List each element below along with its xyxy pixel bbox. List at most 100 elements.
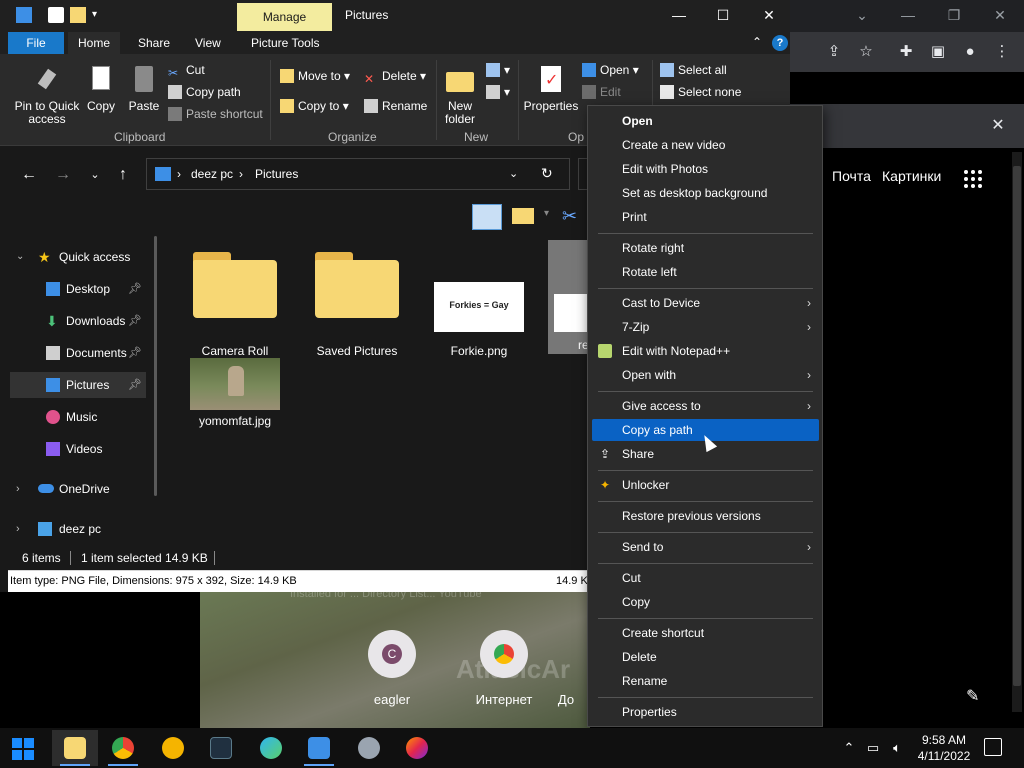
breadcrumb-pictures[interactable]: Pictures <box>255 167 298 181</box>
taskbar-control-panel[interactable] <box>296 730 342 766</box>
taskbar-edge[interactable] <box>248 730 294 766</box>
sidebar-item-this-pc[interactable]: › deez pc <box>10 516 146 542</box>
copy-to-button[interactable]: Copy to ▾ <box>280 96 349 116</box>
chevron-down-icon[interactable]: ⌄ <box>16 244 24 270</box>
pin-to-quick-access-button[interactable]: Pin to Quick access <box>12 66 82 126</box>
quick-access-dropdown-icon[interactable]: ▾ <box>92 7 108 23</box>
tab-picture-tools[interactable]: Picture Tools <box>249 32 321 54</box>
new-folder-button[interactable]: New folder <box>440 66 480 126</box>
address-dropdown-icon[interactable]: ⌄ <box>509 167 518 180</box>
list-item[interactable]: Saved Pictures <box>302 252 412 358</box>
pin-icon[interactable]: 📌︎ <box>128 372 142 398</box>
minimize-button[interactable]: — <box>656 0 702 32</box>
chevron-up-icon[interactable]: ⌃ <box>840 739 858 757</box>
chrome-scrollbar[interactable] <box>1012 152 1022 712</box>
copy-path-button[interactable]: Copy path <box>168 82 241 102</box>
side-panel-icon[interactable]: ▣ <box>928 42 948 62</box>
select-none-button[interactable]: Select none <box>660 82 741 102</box>
nav-pane-scrollbar[interactable] <box>154 236 157 496</box>
paste-shortcut-button[interactable]: Paste shortcut <box>168 104 263 124</box>
pin-icon[interactable]: 📌︎ <box>128 276 142 302</box>
new-item-button[interactable]: ▾ <box>486 60 510 80</box>
sidebar-item-music[interactable]: Music <box>10 404 146 430</box>
shortcut-internet[interactable]: Интернет <box>464 630 544 707</box>
menu-item-send-to[interactable]: Send to › <box>592 536 819 558</box>
up-arrow-icon[interactable]: ↑ <box>112 164 134 186</box>
sidebar-item-desktop[interactable]: Desktop 📌︎ <box>10 276 146 302</box>
maximize-button[interactable]: ☐ <box>700 0 746 32</box>
select-all-button[interactable]: Select all <box>660 60 727 80</box>
chrome-minimize-button[interactable]: — <box>894 4 922 26</box>
chrome-restore-button[interactable]: ❐ <box>940 4 968 26</box>
extensions-puzzle-icon[interactable]: ✚ <box>896 42 916 62</box>
shortcut-eagler[interactable]: C eagler <box>352 630 432 707</box>
menu-item-rotate-right[interactable]: Rotate right <box>592 237 819 259</box>
manage-tab[interactable]: Manage <box>237 3 332 31</box>
taskbar-brave[interactable] <box>150 730 196 766</box>
menu-item-give-access[interactable]: Give access to › <box>592 395 819 417</box>
pencil-icon[interactable]: ✎ <box>966 686 979 706</box>
volume-icon[interactable]: 🔈︎ <box>888 739 906 757</box>
menu-item-notepad[interactable]: Edit with Notepad++ <box>592 340 819 362</box>
refresh-icon[interactable]: ↻ <box>541 165 553 182</box>
tab-view[interactable]: View <box>193 32 223 54</box>
network-icon[interactable]: ▭ <box>864 739 882 757</box>
taskbar-firefox[interactable] <box>394 730 440 766</box>
menu-item-delete[interactable]: Delete <box>592 646 819 668</box>
open-button[interactable]: Open ▾ <box>582 60 639 80</box>
chevron-right-icon[interactable]: › <box>16 476 20 502</box>
chrome-tab-search-icon[interactable]: ⌄ <box>848 4 876 26</box>
chrome-close-button[interactable]: ✕ <box>986 4 1014 26</box>
pin-icon[interactable]: 📌︎ <box>128 340 142 366</box>
copy-button[interactable]: Copy <box>84 66 118 113</box>
tab-share[interactable]: Share <box>136 32 172 54</box>
paste-button[interactable]: Paste <box>124 66 164 113</box>
properties-button[interactable]: ✓ Properties <box>522 66 580 113</box>
menu-item-edit-photos[interactable]: Edit with Photos <box>592 158 819 180</box>
back-arrow-icon[interactable]: ← <box>18 164 40 186</box>
profile-avatar-icon[interactable]: ● <box>960 42 980 62</box>
bookmark-star-icon[interactable]: ☆ <box>856 42 876 62</box>
sidebar-item-onedrive[interactable]: › OneDrive <box>10 476 146 502</box>
menu-item-set-background[interactable]: Set as desktop background <box>592 182 819 204</box>
easy-access-button[interactable]: ▾ <box>486 82 510 102</box>
menu-item-7zip[interactable]: 7-Zip › <box>592 316 819 338</box>
pin-icon[interactable]: 📌︎ <box>128 308 142 334</box>
infobar-close-icon[interactable]: ✕ <box>988 116 1008 136</box>
tab-home[interactable]: Home <box>68 32 121 54</box>
ribbon-collapse-icon[interactable]: ⌃ <box>752 35 762 49</box>
close-button[interactable]: ✕ <box>746 0 792 32</box>
yandex-mail-link[interactable]: Почта <box>832 168 871 184</box>
apps-grid-icon[interactable] <box>964 170 982 188</box>
sidebar-item-documents[interactable]: Documents 📌︎ <box>10 340 146 366</box>
folder-check-icon[interactable] <box>512 208 534 224</box>
list-item[interactable]: Forkies = Gay Forkie.png <box>424 252 534 358</box>
notification-icon[interactable] <box>984 738 1002 756</box>
menu-item-open[interactable]: Open <box>592 110 819 132</box>
cut-toolbar-icon[interactable]: ✂ <box>562 206 577 227</box>
menu-item-cut[interactable]: Cut <box>592 567 819 589</box>
rename-button[interactable]: Rename <box>364 96 427 116</box>
list-item[interactable]: yomomfat.jpg <box>180 358 290 428</box>
menu-item-create-video[interactable]: Create a new video <box>592 134 819 156</box>
yandex-images-link[interactable]: Картинки <box>882 168 941 184</box>
system-clock[interactable]: 9:58 AM 4/11/2022 <box>912 732 976 764</box>
chrome-scroll-thumb[interactable] <box>1013 166 1021 686</box>
menu-item-copy[interactable]: Copy <box>592 591 819 613</box>
delete-button[interactable]: ✕ Delete ▾ <box>364 66 426 86</box>
menu-item-rename[interactable]: Rename <box>592 670 819 692</box>
sidebar-item-pictures[interactable]: Pictures 📌︎ <box>10 372 146 398</box>
selected-file-item[interactable]: re <box>548 240 589 354</box>
taskbar-settings[interactable] <box>346 730 392 766</box>
properties-quick-icon[interactable] <box>48 7 64 23</box>
help-icon[interactable]: ? <box>772 35 788 51</box>
shortcut-partial[interactable]: До <box>546 630 586 707</box>
recent-locations-icon[interactable]: ⌄ <box>84 164 106 186</box>
chevron-right-icon[interactable]: › <box>16 516 20 542</box>
windows-start-icon[interactable] <box>12 738 34 760</box>
view-dropdown-icon[interactable]: ▾ <box>544 208 549 219</box>
menu-item-open-with[interactable]: Open with › <box>592 364 819 386</box>
move-to-button[interactable]: Move to ▾ <box>280 66 350 86</box>
menu-item-unlocker[interactable]: ✦ Unlocker <box>592 474 819 496</box>
sidebar-item-quick-access[interactable]: ⌄ ★ Quick access <box>10 244 146 270</box>
